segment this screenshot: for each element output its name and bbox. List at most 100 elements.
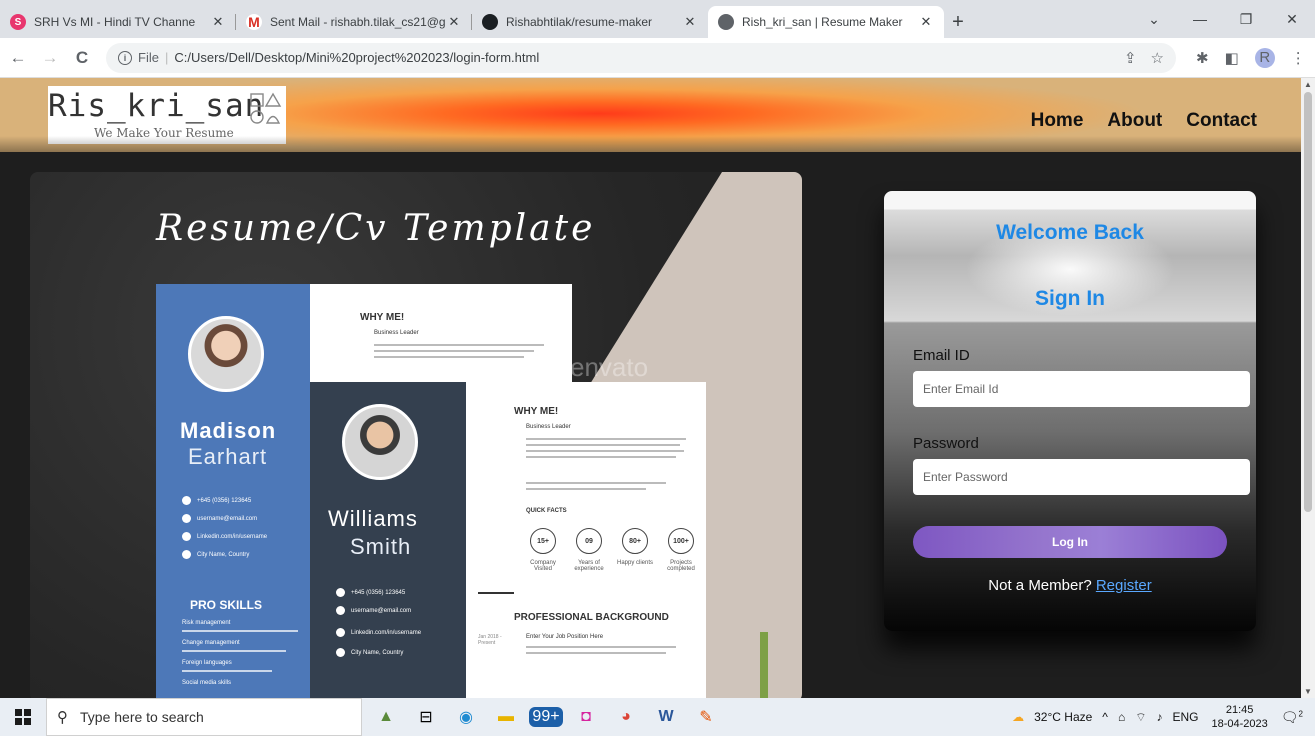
scroll-down-icon[interactable]: ▼	[1301, 687, 1315, 696]
member-text: Not a Member?	[988, 577, 1092, 594]
close-icon[interactable]: ✕	[210, 14, 226, 30]
close-icon[interactable]: ✕	[446, 14, 462, 30]
text-line	[526, 488, 646, 490]
task-view-icon[interactable]: ⊟	[406, 698, 446, 736]
instagram-icon[interactable]: ◘	[566, 698, 606, 736]
fact-label: Happy clients	[616, 560, 654, 566]
shapes-icon	[250, 92, 282, 124]
scrollbar-thumb[interactable]	[1304, 92, 1312, 512]
edge-icon[interactable]: ◉	[446, 698, 486, 736]
new-tab-button[interactable]: +	[944, 6, 972, 38]
mail-icon	[182, 514, 191, 523]
password-input[interactable]	[913, 459, 1250, 495]
browser-tab-1[interactable]: S SRH Vs MI - Hindi TV Channe ✕	[0, 6, 236, 38]
contact-phone: +645 (0356) 123645	[336, 588, 405, 597]
contact-location: City Name, Country	[336, 648, 403, 657]
network-icon[interactable]: ⌂	[1118, 710, 1125, 724]
wifi-icon[interactable]: ⌔	[1135, 710, 1146, 725]
share-icon[interactable]: ⇪	[1124, 49, 1137, 67]
word-icon[interactable]: W	[646, 698, 686, 736]
minimize-button[interactable]: —	[1177, 11, 1223, 27]
text-line	[374, 356, 524, 358]
windows-start-button[interactable]	[0, 709, 46, 725]
browser-tab-active[interactable]: Rish_kri_san | Resume Maker ✕	[708, 6, 944, 38]
window-close-button[interactable]: ✕	[1269, 11, 1315, 28]
email-label: Email ID	[913, 347, 970, 364]
page-scrollbar[interactable]: ▲ ▼	[1301, 78, 1315, 698]
info-icon[interactable]: i	[118, 50, 132, 65]
address-bar[interactable]: i File | C:/Users/Dell/Desktop/Mini%20pr…	[106, 42, 1176, 73]
restore-button[interactable]: ❐	[1223, 11, 1269, 28]
taskbar-search[interactable]: ⚲ Type here to search	[46, 698, 362, 736]
skill-label: Risk management	[182, 620, 231, 626]
resume-first-name: Williams	[328, 506, 418, 531]
tab-title: SRH Vs MI - Hindi TV Channe	[34, 15, 196, 29]
nav-contact[interactable]: Contact	[1186, 110, 1257, 132]
close-icon[interactable]: ✕	[918, 14, 934, 30]
windows-logo-icon	[15, 709, 31, 725]
email-input[interactable]	[913, 371, 1250, 407]
chrome-icon[interactable]: ◕	[606, 698, 646, 736]
chevron-up-icon[interactable]: ^	[1102, 710, 1108, 724]
register-prompt: Not a Member? Register	[884, 577, 1256, 594]
skill-bar	[182, 630, 298, 632]
back-button[interactable]: ←	[4, 48, 32, 68]
resume-last-name: Earhart	[188, 444, 268, 469]
contact-phone: +645 (0356) 123645	[182, 496, 251, 505]
forward-button[interactable]: →	[36, 48, 64, 68]
contact-email: username@email.com	[182, 514, 257, 523]
avatar	[342, 404, 418, 480]
location-icon	[336, 648, 345, 657]
bookmark-star-icon[interactable]: ☆	[1151, 49, 1164, 67]
mail-icon[interactable]: 99+	[526, 698, 566, 736]
volume-icon[interactable]: ♪	[1156, 710, 1162, 724]
language-indicator[interactable]: ENG	[1172, 710, 1198, 724]
phone-icon	[336, 588, 345, 597]
paint-icon[interactable]: ✎	[686, 698, 726, 736]
mountains-widget-icon[interactable]: ▲	[366, 698, 406, 736]
menu-icon[interactable]: ⋮	[1291, 49, 1306, 67]
site-header: Ris_kri_san We Make Your Resume Home Abo…	[0, 78, 1301, 152]
extensions-icon[interactable]: ✱	[1196, 49, 1209, 67]
pencil-decoration	[760, 632, 768, 698]
hero-title: Resume/Cv Template	[156, 208, 596, 249]
url-text[interactable]: C:/Users/Dell/Desktop/Mini%20project%202…	[174, 50, 539, 65]
notification-icon[interactable]: 🗨2	[1281, 709, 1303, 726]
skill-bar	[182, 670, 272, 672]
resume-sheet-back	[310, 284, 572, 384]
skill-bar	[182, 650, 286, 652]
tab-title: Sent Mail - rishabh.tilak_cs21@gl	[270, 15, 446, 29]
welcome-heading: Welcome Back	[996, 221, 1144, 244]
login-button[interactable]: Log In	[913, 526, 1227, 558]
browser-tab-2[interactable]: M Sent Mail - rishabh.tilak_cs21@gl ✕	[236, 6, 472, 38]
text-line	[526, 646, 676, 648]
phone-icon	[182, 496, 191, 505]
site-logo[interactable]: Ris_kri_san We Make Your Resume	[48, 86, 286, 144]
search-placeholder: Type here to search	[80, 709, 204, 725]
side-panel-icon[interactable]: ◧	[1225, 49, 1239, 67]
contact-linkedin: Linkedin.com/in/username	[336, 628, 421, 637]
reload-button[interactable]: C	[68, 48, 96, 68]
search-icon: ⚲	[57, 709, 68, 726]
tab-search-icon[interactable]: ⌄	[1131, 11, 1177, 28]
globe-icon	[718, 14, 734, 30]
browser-tab-3[interactable]: Rishabhtilak/resume-maker ✕	[472, 6, 708, 38]
profile-avatar[interactable]: R	[1254, 47, 1275, 68]
fact-circle: 80+	[622, 528, 648, 554]
nav-about[interactable]: About	[1107, 110, 1162, 132]
weather-text[interactable]: 32°C Haze	[1034, 710, 1092, 724]
text-line	[526, 438, 686, 440]
scroll-up-icon[interactable]: ▲	[1301, 80, 1315, 89]
fact-label: Years of experience	[574, 560, 604, 572]
clock[interactable]: 21:45 18-04-2023	[1211, 703, 1267, 731]
register-link[interactable]: Register	[1096, 577, 1152, 594]
file-explorer-icon[interactable]: ▬	[486, 698, 526, 736]
close-icon[interactable]: ✕	[682, 14, 698, 30]
avatar	[188, 316, 264, 392]
contact-location: City Name, Country	[182, 550, 249, 559]
weather-icon[interactable]: ☁	[1012, 710, 1024, 724]
text-line	[526, 652, 666, 654]
logo-name: Ris_kri_san	[48, 88, 265, 124]
nav-home[interactable]: Home	[1031, 110, 1084, 132]
skills-title: PRO SKILLS	[190, 598, 263, 612]
